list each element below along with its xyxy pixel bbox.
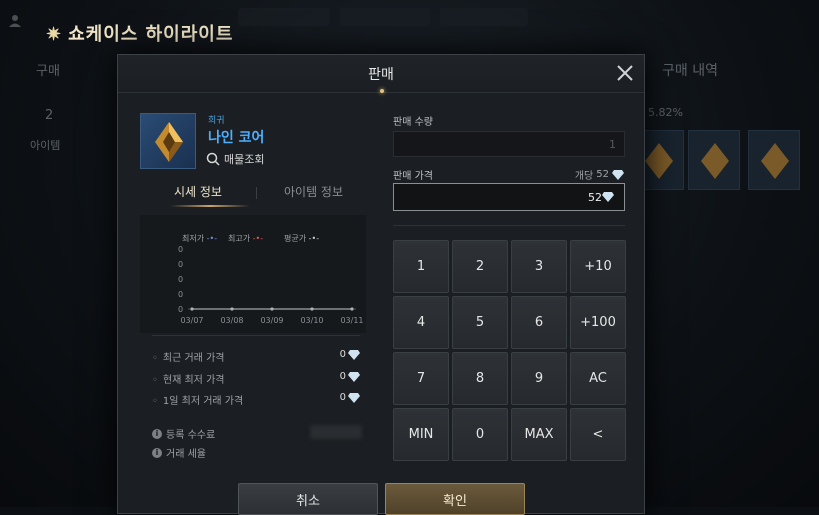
bg-buy-tab: 구매 bbox=[36, 60, 60, 79]
stat-current-lowest: ◦현재 최저 가격 0 bbox=[152, 371, 360, 386]
close-icon[interactable] bbox=[614, 62, 636, 84]
key-4[interactable]: 4 bbox=[393, 296, 449, 349]
crystal-icon bbox=[348, 393, 360, 403]
confirm-button[interactable]: 확인 bbox=[385, 483, 525, 515]
item-thumbnail bbox=[140, 113, 196, 169]
y-tick-label: 0 bbox=[178, 290, 183, 299]
key-5[interactable]: 5 bbox=[452, 296, 508, 349]
key-8[interactable]: 8 bbox=[452, 352, 508, 405]
y-tick-label: 0 bbox=[178, 260, 183, 269]
key-7[interactable]: 7 bbox=[393, 352, 449, 405]
key-min[interactable]: MIN bbox=[393, 408, 449, 461]
data-point bbox=[191, 308, 194, 311]
modal-header: 판매 bbox=[118, 55, 644, 93]
y-tick-label: 0 bbox=[178, 275, 183, 284]
x-tick-label: 03/11 bbox=[340, 316, 363, 325]
info-icon[interactable]: i bbox=[152, 448, 162, 458]
data-point bbox=[351, 308, 354, 311]
fee-value-blurred bbox=[310, 425, 362, 439]
keypad-divider bbox=[393, 225, 625, 226]
key-0[interactable]: 0 bbox=[452, 408, 508, 461]
data-point bbox=[271, 308, 274, 311]
chart-svg: 0 0 0 0 0 03/07 03/08 03/09 03/10 03/11 bbox=[140, 215, 366, 333]
key-2[interactable]: 2 bbox=[452, 240, 508, 293]
stat-daily-lowest: ◦1일 최저 거래 가격 0 bbox=[152, 392, 360, 407]
stats-divider bbox=[152, 335, 360, 336]
bg-item-label: 아이템 bbox=[30, 137, 60, 153]
stat-recent-price: ◦최근 거래 가격 0 bbox=[152, 349, 360, 364]
showcase-title: ✷쇼케이스 하이라이트 bbox=[46, 20, 233, 46]
item-name: 나인 코어 bbox=[208, 127, 264, 147]
price-chart: 최저가 -•- 최고가 -•- 평균가 -•- 0000003/0703/080… bbox=[140, 215, 366, 333]
sell-quantity-field[interactable]: 1 bbox=[393, 131, 625, 157]
bg-purchase-history: 구매 내역 bbox=[662, 60, 718, 80]
tab-item-info[interactable]: 아이템 정보 bbox=[284, 183, 343, 200]
modal-title: 판매 bbox=[118, 64, 644, 84]
crystal-icon bbox=[612, 170, 624, 180]
bg-tab-3 bbox=[440, 8, 528, 26]
search-icon bbox=[206, 152, 220, 166]
sell-modal: 판매 희귀 나인 코어 매물조회 시세 정보 아이템 정보 최저가 -•- 최고… bbox=[117, 54, 645, 514]
x-tick-label: 03/08 bbox=[220, 316, 243, 325]
sell-price-label: 판매 가격 bbox=[393, 167, 433, 182]
crystal-icon bbox=[602, 192, 614, 202]
nine-core-icon bbox=[141, 114, 197, 170]
crystal-icon bbox=[348, 372, 360, 382]
bg-item-slot bbox=[748, 130, 800, 190]
registration-fee: i등록 수수료 bbox=[152, 426, 215, 441]
bg-count: 2 bbox=[45, 108, 53, 123]
data-point bbox=[231, 308, 234, 311]
info-icon[interactable]: i bbox=[152, 429, 162, 439]
key-backspace[interactable]: < bbox=[570, 408, 626, 461]
key-max[interactable]: MAX bbox=[511, 408, 567, 461]
key-3[interactable]: 3 bbox=[511, 240, 567, 293]
key-1[interactable]: 1 bbox=[393, 240, 449, 293]
data-point bbox=[311, 308, 314, 311]
x-tick-label: 03/07 bbox=[180, 316, 203, 325]
title-accent-dot bbox=[380, 89, 384, 93]
y-tick-label: 0 bbox=[178, 305, 183, 314]
key-9[interactable]: 9 bbox=[511, 352, 567, 405]
cancel-button[interactable]: 취소 bbox=[238, 483, 378, 515]
tab-divider bbox=[256, 187, 257, 199]
star-icon: ✷ bbox=[46, 24, 62, 45]
bg-percent: 5.82% bbox=[648, 106, 683, 119]
user-icon bbox=[8, 14, 22, 28]
unit-price: 개당 52 bbox=[575, 167, 624, 182]
x-tick-label: 03/10 bbox=[300, 316, 323, 325]
info-tabs: 시세 정보 아이템 정보 bbox=[140, 183, 366, 205]
x-tick-label: 03/09 bbox=[260, 316, 283, 325]
sell-price-field[interactable]: 52 bbox=[393, 183, 625, 211]
tab-market-info[interactable]: 시세 정보 bbox=[174, 183, 222, 200]
trade-tax: i거래 세율 bbox=[152, 445, 206, 460]
bg-tab-2 bbox=[340, 8, 430, 26]
lookup-label: 매물조회 bbox=[224, 151, 264, 167]
number-keypad: 1 2 3 +10 4 5 6 +100 7 8 9 AC MIN 0 MAX … bbox=[393, 240, 625, 462]
crystal-icon bbox=[348, 350, 360, 360]
key-all-clear[interactable]: AC bbox=[570, 352, 626, 405]
key-plus-10[interactable]: +10 bbox=[570, 240, 626, 293]
bg-item-slot bbox=[688, 130, 740, 190]
y-tick-label: 0 bbox=[178, 245, 183, 254]
key-6[interactable]: 6 bbox=[511, 296, 567, 349]
active-tab-underline bbox=[170, 205, 250, 207]
bg-tab-1 bbox=[238, 8, 330, 26]
listing-lookup-button[interactable]: 매물조회 bbox=[206, 151, 264, 167]
item-grade: 희귀 bbox=[208, 113, 225, 126]
key-plus-100[interactable]: +100 bbox=[570, 296, 626, 349]
sell-quantity-label: 판매 수량 bbox=[393, 113, 433, 128]
